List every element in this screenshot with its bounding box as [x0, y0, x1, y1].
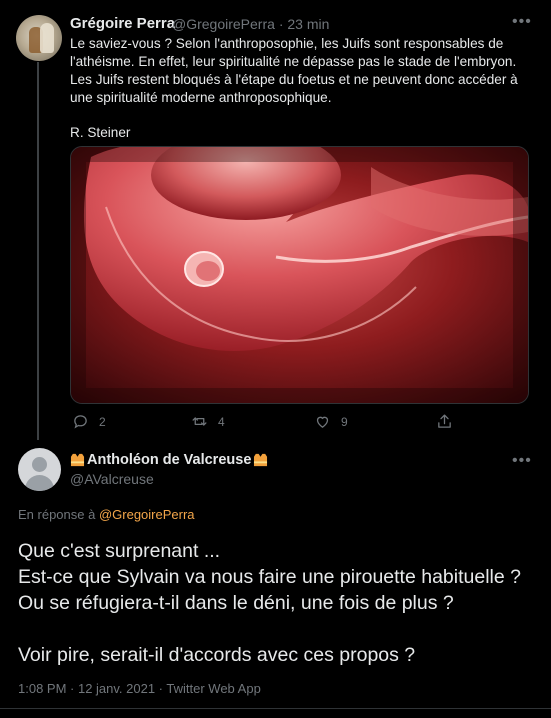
tweet-body: Le saviez-vous ? Selon l'anthroposophie,…: [70, 36, 518, 105]
tweet-media-image[interactable]: [70, 146, 529, 404]
reply-icon: [74, 415, 87, 429]
author-handle[interactable]: @GregoirePerra: [172, 16, 275, 32]
embryo-photo: [71, 147, 528, 403]
replying-to: En réponse à @GregoirePerra: [18, 507, 195, 522]
like-count: 9: [341, 414, 348, 429]
retweet-icon: [192, 417, 207, 426]
yellow-vest-icon: [70, 453, 85, 467]
more-options-icon[interactable]: •••: [512, 452, 532, 470]
reply-author-name-row[interactable]: Antholéon de Valcreuse: [70, 452, 268, 468]
reply-action[interactable]: 2: [72, 413, 106, 430]
retweet-action[interactable]: 4: [191, 413, 225, 430]
thread-connector-line: [37, 62, 39, 440]
retweet-count: 4: [218, 414, 225, 429]
reply-author-avatar[interactable]: [18, 448, 61, 491]
author-name[interactable]: Grégoire Perra: [70, 15, 175, 32]
share-action[interactable]: [436, 413, 453, 430]
divider: [0, 708, 551, 709]
reply-author-name[interactable]: Antholéon de Valcreuse: [87, 452, 251, 468]
tweet-time[interactable]: · 23 min: [279, 16, 330, 32]
reply-line: Est-ce que Sylvain va nous faire une pir…: [18, 566, 521, 614]
reply-line: Que c'est surprenant ...: [18, 540, 221, 562]
yellow-vest-icon: [254, 453, 268, 467]
tweet-signature: R. Steiner: [70, 125, 131, 140]
reply-line: Voir pire, serait-il d'accords avec ces …: [18, 644, 416, 666]
default-avatar-body: [25, 475, 54, 491]
reply-timestamp-source[interactable]: 1:08 PM · 12 janv. 2021 · Twitter Web Ap…: [18, 681, 261, 696]
replying-to-mention[interactable]: @GregoirePerra: [99, 507, 195, 522]
reply-count: 2: [99, 414, 106, 429]
reply-author-handle[interactable]: @AValcreuse: [70, 471, 154, 487]
author-avatar[interactable]: [16, 15, 62, 61]
tweet-text: Le saviez-vous ? Selon l'anthroposophie,…: [70, 35, 530, 142]
replying-to-label: En réponse à: [18, 507, 99, 522]
share-icon: [438, 414, 451, 428]
more-options-icon[interactable]: •••: [512, 13, 532, 31]
default-avatar-head: [32, 457, 47, 472]
reply-text: Que c'est surprenant ... Est-ce que Sylv…: [18, 538, 538, 668]
avatar-figure: [40, 23, 54, 53]
heart-icon: [316, 416, 329, 428]
like-action[interactable]: 9: [314, 413, 348, 430]
author-handle-and-time[interactable]: @GregoirePerra · 23 min: [172, 16, 329, 32]
